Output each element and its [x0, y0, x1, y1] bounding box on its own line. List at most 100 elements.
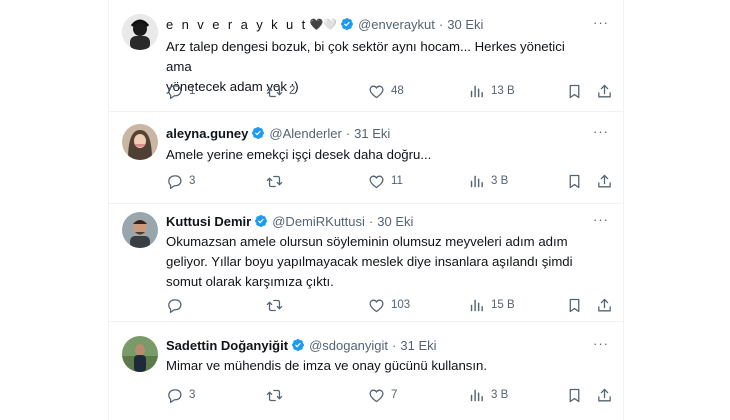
- reply-icon: [166, 387, 183, 404]
- tweet-actions: 3 11 3 B: [160, 171, 612, 191]
- share-button[interactable]: [596, 171, 613, 191]
- views-button[interactable]: 15 B: [468, 295, 515, 315]
- reply-count: 1: [189, 85, 196, 97]
- repost-button[interactable]: [266, 385, 289, 405]
- bookmark-icon: [566, 387, 583, 404]
- separator-dot: ·: [368, 213, 374, 229]
- reply-count: 3: [189, 175, 196, 187]
- tweet-text-line: somut olarak karşımıza çıktı.: [166, 274, 334, 289]
- share-button[interactable]: [596, 295, 613, 315]
- views-icon: [468, 173, 485, 190]
- view-count: 3 B: [491, 175, 509, 187]
- like-count: 48: [391, 85, 404, 97]
- tweet-date[interactable]: 31 Eki: [354, 126, 390, 141]
- avatar[interactable]: [122, 212, 158, 248]
- reply-button[interactable]: 3: [166, 385, 195, 405]
- bookmark-button[interactable]: [566, 171, 583, 191]
- tweet[interactable]: aleyna.guney @Alenderler · 31 Eki ··· Am…: [108, 112, 624, 204]
- tweet-actions: 103 15 B: [160, 295, 612, 315]
- views-button[interactable]: 13 B: [468, 81, 515, 101]
- avatar[interactable]: [122, 124, 158, 160]
- tweet-header: Kuttusi Demir @DemiRKuttusi · 30 Eki: [166, 212, 413, 230]
- share-icon: [596, 297, 613, 314]
- bookmark-button[interactable]: [566, 385, 583, 405]
- reply-button[interactable]: 1: [166, 81, 195, 101]
- like-count: 103: [391, 299, 411, 311]
- views-button[interactable]: 3 B: [468, 385, 508, 405]
- like-button[interactable]: 103: [368, 295, 410, 315]
- more-options-icon[interactable]: ···: [592, 16, 610, 34]
- repost-icon: [266, 297, 283, 314]
- user-handle[interactable]: @Alenderler: [269, 126, 341, 141]
- tweet-date[interactable]: 30 Eki: [447, 17, 483, 32]
- separator-dot: ·: [438, 16, 444, 32]
- tweet-text: Mimar ve mühendis de imza ve onay gücünü…: [166, 356, 586, 376]
- like-icon: [368, 387, 385, 404]
- name-emojis: 🖤🤍: [309, 18, 338, 31]
- tweet-text-line: Mimar ve mühendis de imza ve onay gücünü…: [166, 358, 488, 373]
- more-options-icon[interactable]: ···: [592, 213, 610, 231]
- separator-dot: ·: [345, 125, 351, 141]
- repost-button[interactable]: 2: [266, 81, 295, 101]
- views-icon: [468, 83, 485, 100]
- like-icon: [368, 297, 385, 314]
- tweet-text: Amele yerine emekçi işçi desek daha doğr…: [166, 145, 586, 165]
- share-button[interactable]: [596, 81, 613, 101]
- reply-count: 3: [189, 389, 196, 401]
- repost-button[interactable]: [266, 295, 289, 315]
- like-button[interactable]: 48: [368, 81, 404, 101]
- separator-dot: ·: [392, 337, 397, 353]
- tweet-header: e n v e r a y k u t 🖤🤍 @enveraykut · 30 …: [166, 15, 483, 33]
- reply-icon: [166, 297, 183, 314]
- bookmark-icon: [566, 173, 583, 190]
- tweet-actions: 1 2 48 13 B: [160, 81, 612, 101]
- tweet-text-line: Okumazsan amele olursun söyleminin olums…: [166, 234, 568, 249]
- tweet-text-line: geliyor. Yıllar boyu yapılmayacak meslek…: [166, 254, 573, 269]
- like-button[interactable]: 7: [368, 385, 397, 405]
- like-button[interactable]: 11: [368, 171, 403, 191]
- verified-badge-icon: [340, 17, 354, 31]
- share-button[interactable]: [596, 385, 613, 405]
- share-icon: [596, 173, 613, 190]
- verified-badge-icon: [291, 338, 305, 352]
- tweet[interactable]: Sadettin Doğanyiğit @sdoganyigit · 31 Ek…: [108, 322, 624, 420]
- repost-icon: [266, 173, 283, 190]
- user-handle[interactable]: @sdoganyigit: [309, 338, 388, 353]
- verified-badge-icon: [251, 126, 265, 140]
- more-options-icon[interactable]: ···: [592, 337, 610, 355]
- tweet-date[interactable]: 31 Eki: [400, 338, 436, 353]
- avatar[interactable]: [122, 14, 158, 50]
- reply-button[interactable]: [166, 295, 189, 315]
- bookmark-button[interactable]: [566, 295, 583, 315]
- bookmark-button[interactable]: [566, 81, 583, 101]
- views-icon: [468, 297, 485, 314]
- views-icon: [468, 387, 485, 404]
- more-options-icon[interactable]: ···: [592, 125, 610, 143]
- like-count: 7: [391, 389, 398, 401]
- tweet-header: aleyna.guney @Alenderler · 31 Eki: [166, 124, 390, 142]
- tweet-actions: 3 7 3 B: [160, 385, 612, 405]
- display-name[interactable]: Sadettin Doğanyiğit: [166, 338, 288, 353]
- view-count: 3 B: [491, 389, 509, 401]
- user-handle[interactable]: @enveraykut: [358, 17, 435, 32]
- user-handle[interactable]: @DemiRKuttusi: [272, 214, 365, 229]
- verified-badge-icon: [254, 214, 268, 228]
- repost-button[interactable]: [266, 171, 289, 191]
- display-name[interactable]: aleyna.guney: [166, 126, 248, 141]
- like-icon: [368, 173, 385, 190]
- display-name[interactable]: e n v e r a y k u t: [166, 17, 308, 32]
- repost-count: 2: [289, 85, 296, 97]
- reply-icon: [166, 83, 183, 100]
- display-name[interactable]: Kuttusi Demir: [166, 214, 251, 229]
- views-button[interactable]: 3 B: [468, 171, 508, 191]
- tweet-date[interactable]: 30 Eki: [377, 214, 413, 229]
- tweet[interactable]: Kuttusi Demir @DemiRKuttusi · 30 Eki ···…: [108, 204, 624, 322]
- reply-icon: [166, 173, 183, 190]
- avatar[interactable]: [122, 336, 158, 372]
- tweet[interactable]: e n v e r a y k u t 🖤🤍 @enveraykut · 30 …: [108, 0, 624, 112]
- tweet-header: Sadettin Doğanyiğit @sdoganyigit · 31 Ek…: [166, 336, 437, 354]
- reply-button[interactable]: 3: [166, 171, 195, 191]
- like-icon: [368, 83, 385, 100]
- tweet-text-line: Amele yerine emekçi işçi desek daha doğr…: [166, 147, 432, 162]
- repost-icon: [266, 83, 283, 100]
